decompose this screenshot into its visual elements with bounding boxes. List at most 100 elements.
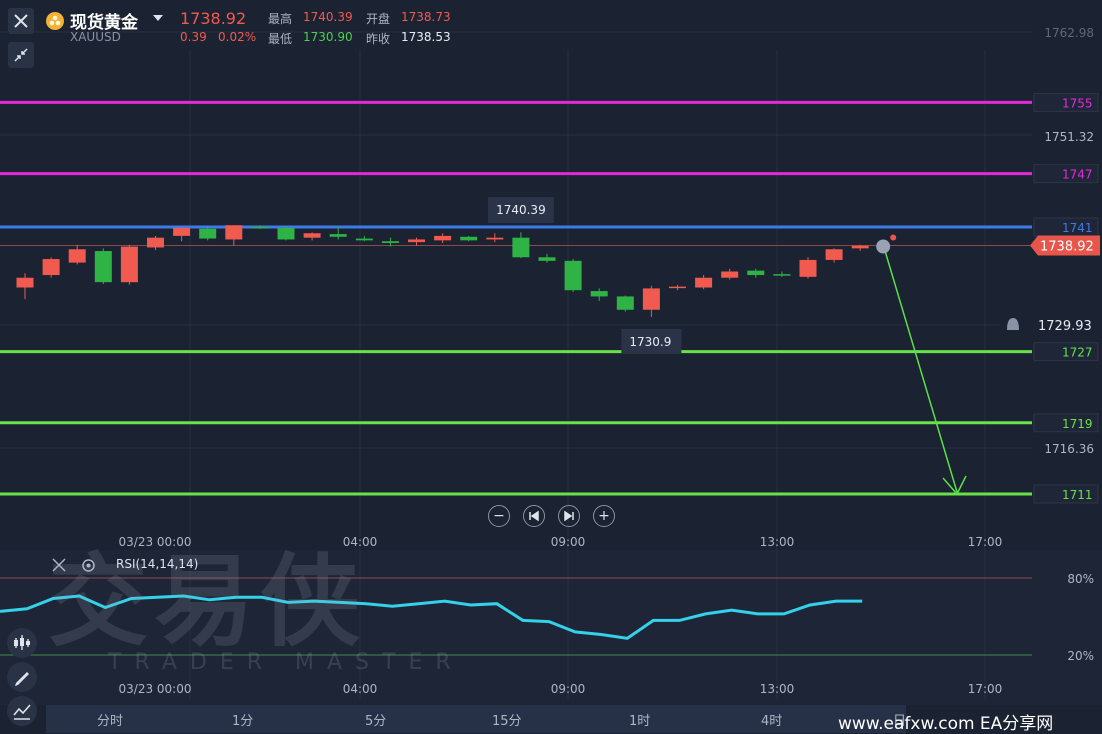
tab-1m[interactable]: 1分 [232, 710, 253, 729]
draw-tool-button[interactable] [7, 662, 37, 692]
candle-body [355, 238, 373, 241]
scroll-end-button[interactable] [558, 505, 580, 527]
candle-body [173, 227, 191, 236]
low-label: 最低 [268, 32, 293, 46]
rsi-indicator-label: RSI(14,14,14) [116, 557, 199, 571]
x-tick-label: 17:00 [968, 535, 1003, 549]
rsi-x-tick-label: 04:00 [343, 682, 378, 696]
header-bar: 现货黄金 XAUUSD 1738.92 0.39 0.02% 最高 1740.3… [0, 0, 1102, 68]
level-label: 1755 [1062, 96, 1093, 110]
candle-body [277, 227, 295, 240]
skip-forward-icon [564, 510, 574, 522]
high-value: 1740.39 [303, 10, 353, 24]
tab-4h[interactable]: 4时 [761, 710, 782, 729]
candle-body [695, 277, 713, 288]
scroll-start-button[interactable] [523, 505, 545, 527]
gold-coin-icon [46, 12, 64, 30]
candle-body [408, 239, 425, 243]
tab-timeshare[interactable]: 分时 [97, 710, 123, 729]
zoom-in-button[interactable]: + [593, 505, 615, 527]
site-brand: www.eafxw.com EA分享网 [838, 714, 1054, 734]
rsi-x-tick-label: 03/23 00:00 [119, 682, 192, 696]
candle-body [669, 286, 686, 289]
level-label: 1747 [1062, 168, 1093, 182]
collapse-button[interactable] [8, 42, 34, 68]
tab-1h[interactable]: 1时 [629, 710, 650, 729]
rsi-x-tick-label: 09:00 [551, 682, 586, 696]
level-label: 1741 [1062, 221, 1093, 235]
forecast-origin-dot [876, 239, 891, 254]
candle-body [538, 257, 556, 261]
candle-body [434, 235, 452, 241]
candle-body [225, 225, 243, 240]
zoom-out-button[interactable]: − [488, 505, 510, 527]
rsi-x-tick-label: 13:00 [760, 682, 795, 696]
alert-dot [890, 234, 897, 241]
close-icon [14, 14, 28, 28]
candle-body [616, 296, 634, 310]
candle-body [851, 245, 869, 249]
candle-body [329, 234, 347, 237]
candle-body [147, 237, 164, 248]
level-label: 1727 [1062, 346, 1093, 360]
line-chart-icon [13, 704, 31, 720]
skip-back-icon [529, 510, 539, 522]
open-value: 1738.73 [401, 10, 451, 24]
price-change: 0.39 [180, 30, 207, 44]
candle-body [120, 246, 138, 283]
candle-body [94, 251, 112, 283]
candle-body [486, 237, 504, 240]
high-label: 最高 [268, 12, 293, 26]
rsi-close-icon[interactable] [52, 558, 66, 572]
collapse-icon [14, 48, 28, 62]
level-label: 1719 [1062, 417, 1093, 431]
level-label: 1711 [1062, 488, 1093, 502]
last-price: 1738.92 [180, 9, 247, 28]
high-marker-label: 1740.39 [496, 203, 546, 217]
y-tick-label: 1716.36 [1044, 442, 1094, 456]
candle-body [199, 228, 217, 239]
rsi-y-tick-label: 80% [1067, 572, 1094, 586]
chart-type-button[interactable] [7, 696, 37, 726]
alert-price-label: 1729.93 [1038, 319, 1092, 334]
y-tick-label: 1751.32 [1044, 130, 1094, 144]
prev-close-value: 1738.53 [401, 30, 451, 44]
candle-body [747, 270, 765, 276]
prev-close-label: 昨收 [366, 32, 391, 46]
indicator-tool-button[interactable] [7, 628, 37, 658]
low-value: 1730.90 [303, 30, 353, 44]
candles-icon [14, 635, 30, 650]
close-button[interactable] [8, 8, 34, 34]
candle-body [68, 249, 86, 263]
candle-body [16, 277, 34, 288]
candle-body [564, 260, 582, 291]
chart-stage: 1762.98 1751.32 1716.36 1755 1747 1741 1727 171… [0, 0, 1102, 734]
tab-15m[interactable]: 15分 [492, 710, 522, 729]
x-tick-label: 13:00 [760, 535, 795, 549]
candle-body [381, 241, 399, 244]
current-price-label: 1738.92 [1040, 240, 1094, 255]
watermark-subtitle: TRADER MASTER [108, 650, 464, 675]
candle-body [460, 236, 478, 241]
x-tick-label: 09:00 [551, 535, 586, 549]
open-label: 开盘 [366, 12, 391, 26]
candle-body [303, 233, 321, 238]
candle-body [512, 237, 530, 258]
candle-body [590, 291, 608, 297]
low-marker-label: 1730.9 [629, 335, 671, 349]
candle-body [799, 259, 817, 277]
candle-body [42, 259, 60, 276]
price-change-pct: 0.02% [218, 30, 257, 44]
rsi-settings-icon[interactable] [81, 558, 96, 573]
candle-body [773, 274, 791, 276]
watermark-logo: 交易侠 [48, 543, 366, 660]
pencil-icon [15, 672, 29, 686]
candle-body [825, 249, 843, 260]
candle-body [251, 227, 269, 229]
candle-body [642, 288, 660, 310]
tab-5m[interactable]: 5分 [365, 710, 386, 729]
symbol-code: XAUUSD [70, 30, 121, 44]
rsi-x-tick-label: 17:00 [968, 682, 1003, 696]
chevron-down-icon[interactable] [153, 15, 163, 23]
candle-body [721, 271, 739, 278]
